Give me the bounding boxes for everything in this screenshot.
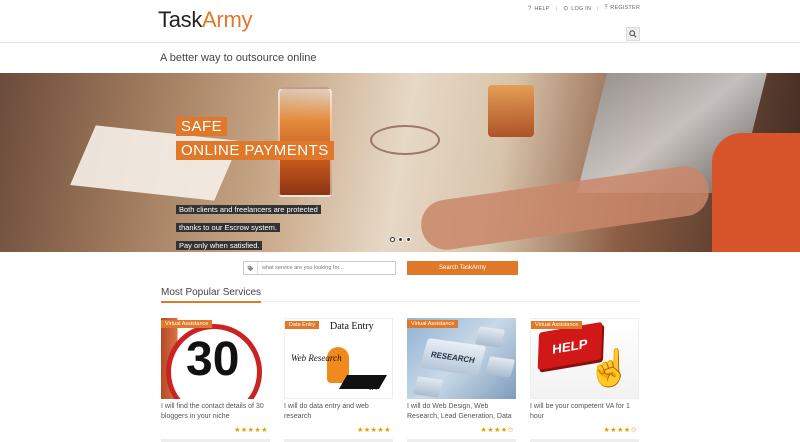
hero-banner [0,73,800,252]
hero-subtext: Both clients and freelancers are protect… [176,199,326,253]
category-badge[interactable]: Virtual Assistance [161,320,213,328]
top-links: ? HELP | ⊙ LOG IN | ⤒ REGISTER [528,5,640,12]
login-link-label: LOG IN [571,6,592,12]
help-link-label: HELP [534,5,550,12]
service-search-box [243,261,396,275]
hero-subtext-line: thanks to our Escrow system. [176,223,280,232]
keyboard-key [484,356,516,378]
service-description[interactable]: I will do Web Design, Web Research, Lead… [407,402,516,422]
star-rating: ★★★★★ [357,427,391,434]
logo-part-task: Task [158,7,203,32]
carousel-dot-1[interactable] [390,237,395,242]
star-rating: ★★★★✩ [480,427,514,434]
pointer-hand-icon: ☝ [587,347,632,388]
carousel-dots [390,237,411,242]
tagline: A better way to outsource online [160,52,317,64]
hero-notebook-image [70,125,240,201]
carousel-dot-3[interactable] [406,237,411,242]
service-description[interactable]: I will find the contact details of 30 bl… [161,402,270,422]
section-title: Most Popular Services [161,287,262,303]
register-link[interactable]: ⤒ REGISTER [605,5,640,12]
hero-glass-image [488,85,534,137]
hero-subtext-line: Both clients and freelancers are protect… [176,205,321,214]
category-badge[interactable]: Data Entry [285,321,319,329]
help-link[interactable]: ? HELP [528,6,549,12]
hero-headline-1: SAFE [176,117,228,136]
tag-icon [244,262,258,274]
hero-glasses-image [370,125,440,155]
hero-subtext-line: Pay only when satisfied. [176,241,263,250]
service-card-image[interactable]: 30 Virtual Assistance [161,318,270,399]
service-card-image[interactable]: HELP ☝ Virtual Assistance [530,318,639,399]
carousel-dot-2[interactable] [398,237,403,242]
register-icon: ⤒ [604,5,608,11]
search-taskarmy-button[interactable]: Search TaskArmy [407,261,518,275]
register-link-label: REGISTER [610,5,640,11]
hero-headline-2: ONLINE PAYMENTS [176,141,334,160]
hero-sleeve-image [712,133,800,252]
help-icon: ? [528,5,532,12]
search-icon [629,30,637,38]
keyboard-key [412,376,444,398]
login-link[interactable]: ⊙ LOG IN [563,5,591,12]
logo[interactable]: TaskArmy [158,7,252,33]
service-description[interactable]: I will be your competent VA for 1 hour [530,402,639,422]
logo-part-army: Army [202,7,253,32]
top-header: TaskArmy ? HELP | ⊙ LOG IN | ⤒ REGISTER [0,0,800,43]
service-search-input[interactable] [258,265,388,271]
service-description[interactable]: I will do data entry and web research [284,402,393,422]
service-card-image[interactable]: Data Entry Web Research VA Data Entry [284,318,393,399]
service-card[interactable]: HELP ☝ Virtual Assistance I will be your… [530,318,639,442]
hero-arm-image [417,163,713,252]
image-text-va: VA [368,385,377,392]
star-rating: ★★★★✩ [603,427,637,434]
image-text-web-research: Web Research [291,353,342,363]
star-rating: ★★★★★ [234,427,268,434]
service-card[interactable]: 30 Virtual Assistance I will find the co… [161,318,270,442]
service-card[interactable]: RESEARCH Virtual Assistance I will do We… [407,318,516,442]
login-icon: ⊙ [563,6,569,12]
board-image [338,375,388,389]
category-badge[interactable]: Virtual Assistance [531,321,583,329]
image-number: 30 [186,333,240,386]
category-badge[interactable]: Virtual Assistance [407,320,459,328]
image-text-data-entry: Data Entry [330,321,374,332]
link-separator: | [555,5,558,12]
header-search-button[interactable] [626,27,640,41]
service-card-image[interactable]: RESEARCH Virtual Assistance [407,318,516,399]
service-card[interactable]: Data Entry Web Research VA Data Entry I … [284,318,393,442]
link-separator: | [597,5,599,12]
